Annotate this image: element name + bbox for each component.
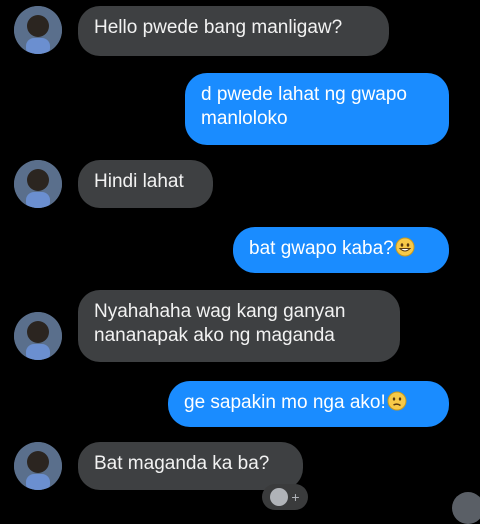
seen-avatar bbox=[452, 492, 480, 524]
message-text-line: Nyahahaha wag kang ganyan bbox=[94, 301, 346, 322]
message-text: Hindi lahat bbox=[94, 171, 184, 192]
message-text: bat gwapo kaba? bbox=[249, 238, 394, 259]
message-text-line: nananapak ako ng maganda bbox=[94, 325, 335, 346]
incoming-message[interactable]: Bat maganda ka ba? bbox=[78, 442, 303, 490]
message-text-line: d pwede lahat ng gwapo bbox=[201, 84, 407, 105]
add-reaction-plus: + bbox=[291, 489, 300, 505]
outgoing-message[interactable]: ge sapakin mo nga ako! bbox=[168, 381, 449, 427]
sender-avatar[interactable] bbox=[14, 160, 62, 208]
add-reaction-button[interactable]: + bbox=[262, 484, 308, 510]
outgoing-message[interactable]: bat gwapo kaba? bbox=[233, 227, 449, 273]
sender-avatar[interactable] bbox=[14, 442, 62, 490]
smiley-icon bbox=[270, 488, 289, 506]
outgoing-message[interactable]: d pwede lahat ng gwapo manloloko bbox=[185, 73, 449, 145]
incoming-message[interactable]: Nyahahaha wag kang ganyan nananapak ako … bbox=[78, 290, 400, 362]
incoming-message[interactable]: Hello pwede bang manligaw? bbox=[78, 6, 389, 56]
message-text: Hello pwede bang manligaw? bbox=[94, 17, 343, 38]
message-text-line: manloloko bbox=[201, 108, 288, 129]
message-text: Bat maganda ka ba? bbox=[94, 453, 270, 474]
grinning-face-icon bbox=[395, 237, 415, 257]
incoming-message[interactable]: Hindi lahat bbox=[78, 160, 213, 208]
sender-avatar[interactable] bbox=[14, 312, 62, 360]
confused-face-icon bbox=[387, 391, 407, 411]
sender-avatar[interactable] bbox=[14, 6, 62, 54]
message-text: ge sapakin mo nga ako! bbox=[184, 392, 386, 413]
